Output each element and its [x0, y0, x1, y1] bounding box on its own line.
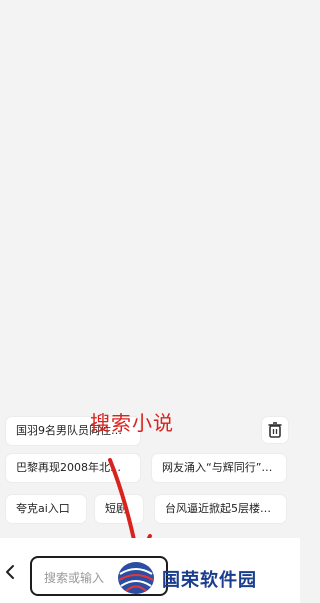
- history-chip[interactable]: 网友涌入“与辉同行”…: [152, 454, 286, 482]
- watermark-brand: 国荣软件园: [162, 570, 257, 591]
- annotation-label: 搜索小说: [90, 411, 174, 435]
- bottom-search-bar: 搜索或输入 国荣软件园: [0, 538, 300, 603]
- watermark-logo: 国荣软件园: [116, 558, 300, 598]
- chevron-left-icon[interactable]: [4, 564, 18, 580]
- globe-logo-icon: [118, 562, 154, 594]
- search-placeholder: 搜索或输入: [44, 571, 105, 585]
- clear-history-button[interactable]: [262, 417, 288, 443]
- trash-icon: [268, 422, 282, 438]
- history-chip[interactable]: 夸克ai入口: [6, 495, 86, 523]
- history-chip[interactable]: 台风逼近掀起5层楼…: [155, 495, 286, 523]
